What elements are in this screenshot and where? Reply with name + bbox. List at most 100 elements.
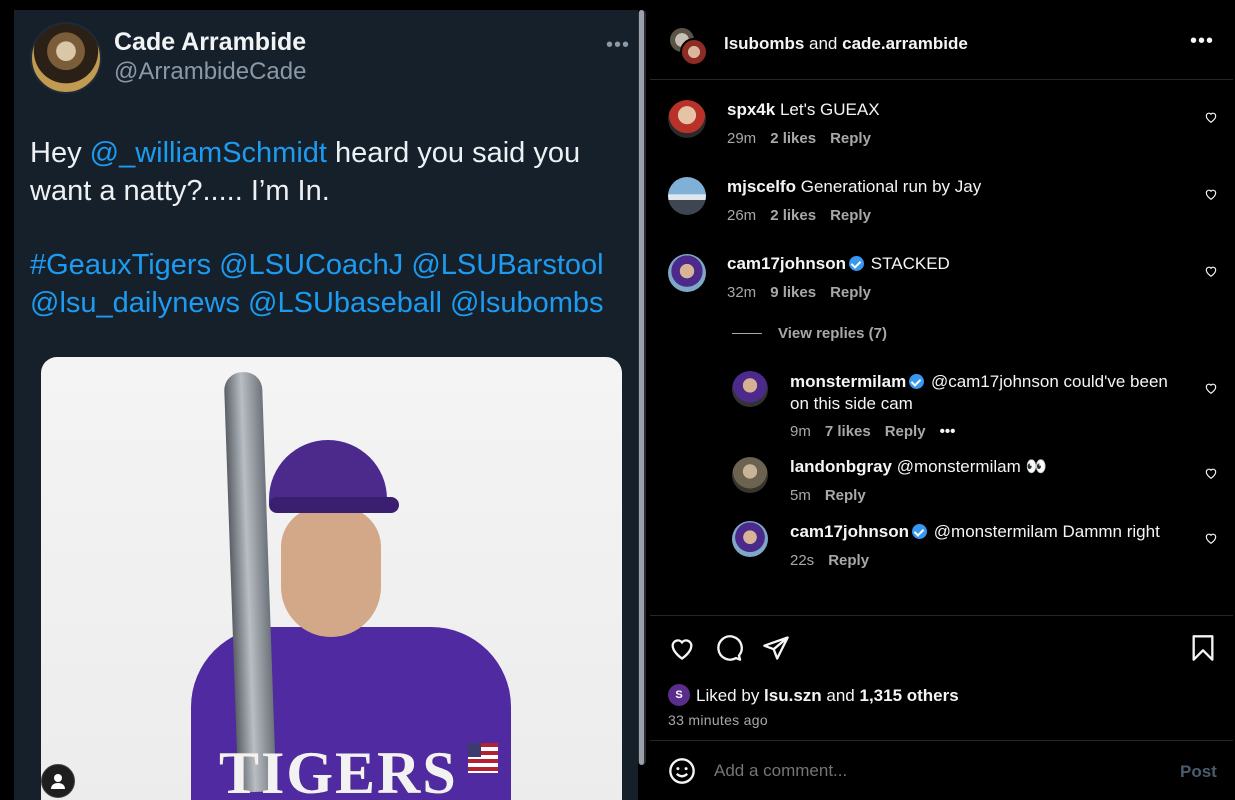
comment-meta: 29m 2 likes Reply — [727, 130, 885, 147]
header-user-2[interactable]: cade.arrambide — [842, 34, 968, 53]
verified-badge-icon — [909, 374, 925, 389]
comment-bubble-icon[interactable] — [715, 634, 743, 662]
reply-likes[interactable]: 7 likes — [825, 423, 871, 440]
view-replies-button[interactable]: View replies (7) — [778, 325, 887, 342]
tweet-hashtags-line2[interactable]: @lsu_dailynews @LSUbaseball @lsubombs — [30, 284, 630, 322]
comment-time: 26m — [727, 207, 757, 224]
comment-likes[interactable]: 2 likes — [770, 207, 816, 224]
tweet-author-avatar[interactable] — [30, 22, 102, 94]
comment-likes[interactable]: 2 likes — [770, 130, 816, 147]
top-strip — [0, 0, 1235, 10]
reply-meta: 9m 7 likes Reply ••• — [790, 423, 969, 440]
comment-reply-button[interactable]: Reply — [830, 284, 871, 301]
comment-reply-button[interactable]: Reply — [830, 130, 871, 147]
comment-like-heart-icon[interactable] — [1204, 187, 1218, 201]
header-user-1[interactable]: lsubombs — [724, 34, 804, 53]
liked-by-others[interactable]: 1,315 others — [859, 686, 958, 705]
comment-meta: 26m 2 likes Reply — [727, 207, 885, 224]
view-replies-divider — [732, 333, 762, 334]
person-icon[interactable] — [41, 764, 75, 798]
liked-by-user[interactable]: lsu.szn — [764, 686, 822, 705]
comment-avatar[interactable] — [668, 254, 706, 292]
tweet-text-prefix: Hey — [30, 137, 90, 169]
comment-username[interactable]: mjscelfo — [727, 177, 796, 196]
tweet-more-icon[interactable]: ••• — [606, 34, 630, 57]
header-and: and — [804, 34, 843, 53]
share-send-icon[interactable] — [762, 634, 790, 662]
reply-text: cam17johnson @monstermilam Dammn right — [790, 521, 1190, 543]
reply-more-icon[interactable]: ••• — [940, 423, 956, 440]
post-comment-button[interactable]: Post — [1180, 762, 1217, 782]
verified-badge-icon — [912, 524, 928, 539]
tweet-author-name[interactable]: Cade Arrambide — [114, 28, 306, 57]
tweet-scrollbar-thumb[interactable] — [639, 10, 644, 765]
bookmark-icon[interactable] — [1190, 634, 1216, 662]
post-timestamp: 33 minutes ago — [668, 712, 768, 728]
comment-time: 32m — [727, 284, 757, 301]
comment-username[interactable]: cam17johnson — [727, 254, 846, 273]
verified-badge-icon — [849, 256, 865, 271]
comment-body: Let's GUEAX — [779, 100, 880, 119]
add-comment-bar: Post — [650, 740, 1233, 800]
reply-like-heart-icon[interactable] — [1204, 381, 1218, 395]
tweet-hashtags: #GeauxTigers @LSUCoachJ @LSUBarstool @ls… — [30, 246, 630, 322]
reply-avatar[interactable] — [732, 457, 768, 493]
header-avatar-2 — [680, 38, 708, 66]
comment-body: Generational run by Jay — [800, 177, 982, 196]
tweet-mention-link[interactable]: @_williamSchmidt — [90, 137, 327, 169]
reply-username[interactable]: cam17johnson — [790, 522, 909, 541]
header-avatars[interactable] — [668, 26, 708, 66]
reply-like-heart-icon[interactable] — [1204, 466, 1218, 480]
liked-by-prefix: Liked by — [696, 686, 765, 705]
liked-by-text: Liked by lsu.szn and 1,315 others — [696, 686, 959, 706]
instagram-panel: lsubombs and cade.arrambide ••• spx4k Le… — [650, 10, 1233, 800]
comment-meta: 32m 9 likes Reply — [727, 284, 885, 301]
reply-avatar[interactable] — [732, 521, 768, 557]
comment-avatar[interactable] — [668, 177, 706, 215]
header-authors: lsubombs and cade.arrambide — [724, 34, 968, 54]
more-options-icon[interactable]: ••• — [1190, 30, 1214, 53]
tweet-card: Cade Arrambide @ArrambideCade ••• Hey @_… — [14, 10, 638, 800]
photo-face — [281, 507, 381, 637]
reply-like-heart-icon[interactable] — [1204, 531, 1218, 545]
comment-text: cam17johnson STACKED — [727, 253, 1167, 275]
comment-like-heart-icon[interactable] — [1204, 264, 1218, 278]
reply-text: landonbgray @monstermilam 👀 — [790, 456, 1190, 478]
emoji-icon[interactable] — [668, 757, 696, 785]
liked-by-and: and — [821, 686, 860, 705]
reply-time: 5m — [790, 487, 811, 504]
post-header: lsubombs and cade.arrambide ••• — [650, 10, 1233, 80]
photo-jersey-text: TIGERS — [219, 740, 458, 800]
reply-time: 22s — [790, 552, 815, 569]
reply-avatar[interactable] — [732, 371, 768, 407]
reply-reply-button[interactable]: Reply — [828, 552, 869, 569]
comment-avatar[interactable] — [668, 100, 706, 138]
tweet-author-handle[interactable]: @ArrambideCade — [114, 58, 306, 86]
reply-time: 9m — [790, 423, 811, 440]
add-comment-input[interactable] — [714, 761, 1134, 781]
comment-likes[interactable]: 9 likes — [770, 284, 816, 301]
comment-like-heart-icon[interactable] — [1204, 110, 1218, 124]
reply-body: @monstermilam 👀 — [896, 457, 1047, 476]
tweet-photo[interactable]: TIGERS — [41, 357, 622, 800]
reply-username[interactable]: landonbgray — [790, 457, 892, 476]
reply-reply-button[interactable]: Reply — [825, 487, 866, 504]
photo-cap-brim — [269, 497, 399, 513]
reply-text: monstermilam @cam17johnson could've been… — [790, 371, 1190, 415]
reply-reply-button[interactable]: Reply — [885, 423, 926, 440]
tweet-text: Hey @_williamSchmidt heard you said you … — [30, 134, 630, 210]
like-heart-icon[interactable] — [668, 634, 696, 662]
post-actions: S Liked by lsu.szn and 1,315 others 33 m… — [650, 615, 1233, 740]
comment-reply-button[interactable]: Reply — [830, 207, 871, 224]
reply-body: @monstermilam Dammn right — [933, 522, 1160, 541]
reply-meta: 5m Reply — [790, 487, 880, 504]
comment-time: 29m — [727, 130, 757, 147]
liked-by-avatar[interactable]: S — [668, 684, 690, 706]
reply-meta: 22s Reply — [790, 552, 883, 569]
comment-username[interactable]: spx4k — [727, 100, 775, 119]
photo-flag-patch — [468, 743, 498, 773]
comment-body: STACKED — [870, 254, 950, 273]
comment-text: spx4k Let's GUEAX — [727, 99, 1167, 121]
reply-username[interactable]: monstermilam — [790, 372, 906, 391]
tweet-hashtags-line1[interactable]: #GeauxTigers @LSUCoachJ @LSUBarstool — [30, 246, 630, 284]
